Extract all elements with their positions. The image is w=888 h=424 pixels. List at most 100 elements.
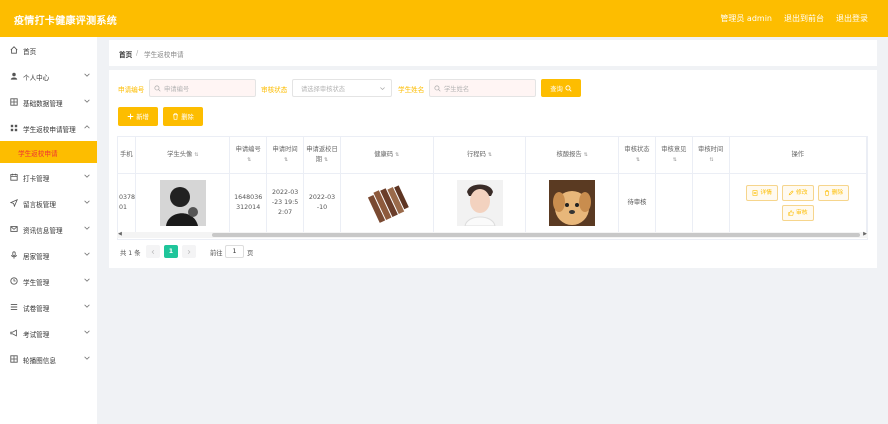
top-bar: 疫情打卡健康评测系统 管理员 admin 退出到前台 退出登录 <box>0 0 888 37</box>
apps-icon <box>10 124 18 132</box>
sort-icon[interactable]: ⇅ <box>324 155 328 165</box>
chevron-down-icon <box>84 73 90 77</box>
mail-icon <box>10 226 18 232</box>
next-page-button[interactable] <box>182 245 196 258</box>
sidebar-item-news[interactable]: 资讯信息管理 <box>0 218 97 240</box>
sidebar-item-home-quarantine[interactable]: 居家管理 <box>0 244 97 266</box>
chevron-down-icon <box>84 174 90 178</box>
student-name-input[interactable]: 学生姓名 <box>429 79 536 97</box>
sidebar-item-return-apply-mgmt[interactable]: 学生返校申请管理 <box>0 117 97 139</box>
sidebar-item-carousel[interactable]: 轮播图信息 <box>0 348 97 370</box>
sort-icon[interactable]: ⇅ <box>284 155 288 165</box>
sidebar-item-students[interactable]: 学生管理 <box>0 270 97 292</box>
nucleic-report-image[interactable] <box>549 179 596 226</box>
sort-icon[interactable]: ⇅ <box>636 155 640 165</box>
search-icon <box>154 85 161 92</box>
send-icon <box>10 199 18 207</box>
chevron-down-icon <box>84 330 90 334</box>
sidebar-item-home[interactable]: 首页 <box>0 39 97 61</box>
scrollbar-thumb[interactable] <box>212 233 860 237</box>
to-frontend-link[interactable]: 退出到前台 <box>784 13 824 24</box>
app-title: 疫情打卡健康评测系统 <box>14 16 117 27</box>
sidebar-item-personal[interactable]: 个人中心 <box>0 65 97 87</box>
cell-opinion <box>655 173 693 233</box>
health-code-image[interactable] <box>363 179 410 226</box>
col-header-nucleic-report[interactable]: 核酸报告 ⇅ <box>525 137 620 174</box>
sort-icon[interactable]: ⇅ <box>247 155 251 165</box>
grid-icon <box>10 98 18 106</box>
edit-button[interactable]: 修改 <box>781 184 814 201</box>
logout-link[interactable]: 退出登录 <box>836 13 868 24</box>
query-button[interactable]: 查询 <box>541 79 581 97</box>
add-button[interactable]: 新增 <box>118 107 158 126</box>
delete-button[interactable]: 删除 <box>817 184 850 201</box>
prev-page-button[interactable] <box>146 245 160 258</box>
sidebar-subitem-return-apply[interactable]: 学生返校申请 <box>0 141 97 163</box>
col-header-health-code[interactable]: 健康码 ⇅ <box>340 137 434 174</box>
document-icon <box>752 189 758 196</box>
col-header-apply-time[interactable]: 申请时间 ⇅ <box>266 137 305 174</box>
apply-no-label: 申请编号 <box>118 86 145 94</box>
sidebar-item-basic-data[interactable]: 基础数据管理 <box>0 91 97 113</box>
sidebar-item-checkin[interactable]: 打卡管理 <box>0 166 97 188</box>
thumb-up-icon <box>788 209 794 216</box>
sort-icon[interactable]: ⇅ <box>710 155 714 165</box>
col-header-trip-code[interactable]: 行程码 ⇅ <box>433 137 527 174</box>
cell-avatar <box>135 173 231 233</box>
col-header-status[interactable]: 审核状态 ⇅ <box>618 137 656 174</box>
trash-icon <box>824 189 829 196</box>
cell-nucleic-report <box>525 173 620 233</box>
megaphone-icon <box>10 329 17 337</box>
col-header-return-date[interactable]: 申请返校日期 ⇅ <box>303 137 341 174</box>
chevron-down-icon <box>84 200 90 204</box>
chevron-down-icon <box>84 356 90 360</box>
breadcrumb-home[interactable]: 首页 <box>119 49 132 59</box>
sidebar-item-label: 打卡管理 <box>23 175 50 183</box>
sidebar-item-label: 学生返校申请管理 <box>23 126 76 134</box>
sort-icon[interactable]: ⇅ <box>488 150 492 160</box>
trip-code-image[interactable] <box>456 179 503 226</box>
student-avatar-image[interactable] <box>159 179 206 226</box>
sidebar-item-label: 基础数据管理 <box>23 100 63 108</box>
chevron-down-icon <box>84 99 90 103</box>
goto-page-input[interactable]: 1 <box>225 245 244 258</box>
search-icon <box>565 84 572 92</box>
col-header-opinion[interactable]: 审核意见 ⇅ <box>655 137 693 174</box>
plus-icon <box>127 113 134 120</box>
apply-no-input[interactable]: 申请编号 <box>149 79 256 97</box>
sidebar-item-message-board[interactable]: 留言板管理 <box>0 192 97 214</box>
sidebar-item-label: 个人中心 <box>23 74 50 82</box>
status-select[interactable]: 请选择审核状态 <box>292 79 392 97</box>
col-header-apply-no[interactable]: 申请编号 ⇅ <box>229 137 268 174</box>
scroll-right-arrow[interactable]: ▶ <box>863 231 867 237</box>
batch-delete-button[interactable]: 删除 <box>163 107 203 126</box>
audit-button[interactable]: 审核 <box>781 204 814 221</box>
cell-phone: 0378 01 <box>118 173 137 233</box>
chevron-right-icon <box>187 249 191 254</box>
edit-icon <box>788 189 794 195</box>
sidebar-item-label: 学生返校申请 <box>18 150 58 158</box>
edit-button-label: 修改 <box>795 189 808 196</box>
status-label: 审核状态 <box>261 86 288 94</box>
col-header-audit-time[interactable]: 审核时间 ⇅ <box>692 137 730 174</box>
breadcrumb-current: 学生返校申请 <box>144 51 184 59</box>
col-header-avatar[interactable]: 学生头像 ⇅ <box>135 137 231 174</box>
student-name-label: 学生姓名 <box>398 86 425 94</box>
page-number-current[interactable]: 1 <box>164 245 178 258</box>
sidebar: 首页 个人中心 基础数据管理 学生返校申请管理 学生返校申请 打卡管理 留言板管… <box>0 37 97 424</box>
mic-icon <box>11 251 17 259</box>
horizontal-scrollbar[interactable]: ◀ ▶ <box>117 231 868 238</box>
sort-icon[interactable]: ⇅ <box>395 150 399 160</box>
sort-icon[interactable]: ⇅ <box>194 150 198 160</box>
sidebar-item-label: 留言板管理 <box>23 201 56 209</box>
sidebar-item-papers[interactable]: 试卷管理 <box>0 296 97 318</box>
scroll-left-arrow[interactable]: ◀ <box>118 231 122 237</box>
sidebar-item-exams[interactable]: 考试管理 <box>0 322 97 344</box>
page-suffix-label: 页 <box>247 250 254 257</box>
user-icon <box>10 72 18 80</box>
sort-icon[interactable]: ⇅ <box>673 155 677 165</box>
detail-button[interactable]: 详情 <box>746 184 778 201</box>
cell-return-date: 2022-03 -10 <box>303 173 341 233</box>
chevron-left-icon <box>151 249 155 254</box>
sort-icon[interactable]: ⇅ <box>584 150 588 160</box>
